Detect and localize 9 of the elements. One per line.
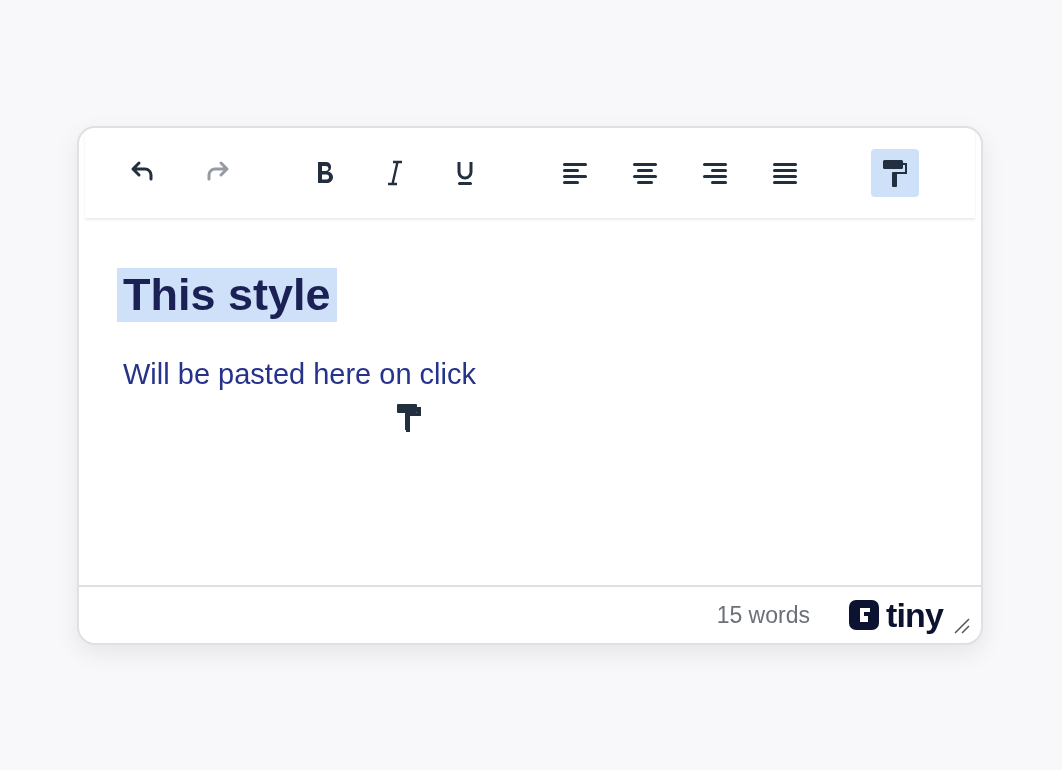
resize-handle-icon[interactable] xyxy=(953,617,971,635)
format-painter-button[interactable] xyxy=(871,149,919,197)
heading-text: This style xyxy=(117,268,337,322)
logo-mark-icon xyxy=(847,599,880,631)
logo-text[interactable]: tiny xyxy=(885,598,943,632)
paint-roller-cursor-icon xyxy=(397,404,423,432)
paragraph-text: Will be pasted here on click xyxy=(123,357,477,392)
editor-content-area[interactable]: This style Will be pasted here on click xyxy=(79,218,981,585)
word-count[interactable]: 15 words xyxy=(716,597,810,633)
